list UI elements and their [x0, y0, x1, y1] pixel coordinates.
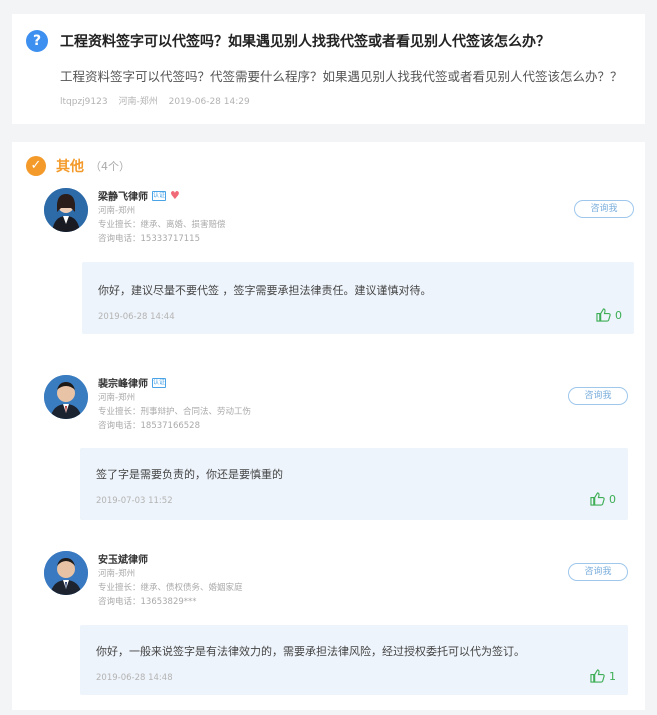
thumbs-up-icon: [590, 492, 605, 506]
lawyer-name[interactable]: 安玉斌律师: [98, 551, 148, 566]
lawyer-name[interactable]: 梁静飞律师: [98, 188, 148, 203]
question-card: ? 工程资料签字可以代签吗？如果遇见别人找我代签或者看见别人代签该怎么办？ 工程…: [12, 14, 645, 124]
question-title: 工程资料签字可以代签吗？如果遇见别人找我代签或者看见别人代签该怎么办？: [60, 34, 550, 50]
like-count: 0: [615, 308, 622, 322]
lawyer-name-row: 安玉斌律师: [98, 551, 148, 566]
answer-item: 裴宗峰律师 认证 河南-郑州 专业擅长：刑事辩护、合同法、劳动工伤 咨询电话：1…: [12, 375, 645, 545]
consult-button[interactable]: 咨询我: [574, 200, 634, 218]
question-location: 河南-郑州: [118, 97, 158, 107]
question-user[interactable]: ltqpzj9123: [60, 97, 108, 107]
reply-text: 签了字是需要负责的，你还是要慎重的: [96, 468, 283, 481]
like-button[interactable]: 0: [590, 492, 616, 506]
reply-box: 签了字是需要负责的，你还是要慎重的 2019-07-03 11:52 0: [80, 448, 628, 520]
reply-text: 你好，建议尽量不要代签 ，签字需要承担法律责任。建议谨慎对待。: [98, 284, 432, 297]
reply-time: 2019-06-28 14:48: [96, 673, 173, 683]
lawyer-specialty: 专业擅长：继承、债权债务、婚姻家庭: [98, 583, 243, 593]
answers-card: ✓ 其他 （4个） 梁静飞律师 认证 ♥ 河南-郑州 专业擅长：继承、离婚、损害…: [12, 142, 645, 710]
question-body: 工程资料签字可以代签吗？代签需要什么程序？如果遇见别人找我代签或者看见别人代签该…: [60, 69, 623, 84]
consult-button[interactable]: 咨询我: [568, 563, 628, 581]
question-time: 2019-06-28 14:29: [168, 97, 250, 107]
lawyer-phone: 咨询电话：13653829***: [98, 597, 197, 607]
reply-time: 2019-06-28 14:44: [98, 312, 175, 322]
lawyer-specialty: 专业擅长：继承、离婚、损害赔偿: [98, 220, 226, 230]
answer-item: 梁静飞律师 认证 ♥ 河南-郑州 专业擅长：继承、离婚、损害赔偿 咨询电话：15…: [12, 188, 645, 358]
avatar[interactable]: [44, 551, 88, 595]
avatar[interactable]: [44, 375, 88, 419]
like-button[interactable]: 1: [590, 669, 616, 683]
lawyer-location: 河南-郑州: [98, 206, 136, 216]
heart-icon: ♥: [170, 188, 180, 202]
question-meta: ltqpzj9123 河南-郑州 2019-06-28 14:29: [60, 94, 258, 107]
like-count: 1: [609, 669, 616, 683]
lawyer-name-row: 梁静飞律师 认证 ♥: [98, 188, 180, 204]
like-count: 0: [609, 492, 616, 506]
question-icon: ?: [26, 30, 48, 52]
lawyer-name-row: 裴宗峰律师 认证: [98, 375, 166, 390]
section-header: ✓ 其他 （4个）: [26, 154, 130, 178]
lawyer-name[interactable]: 裴宗峰律师: [98, 375, 148, 390]
answer-item: 安玉斌律师 河南-郑州 专业擅长：继承、债权债务、婚姻家庭 咨询电话：13653…: [12, 551, 645, 706]
reply-time: 2019-07-03 11:52: [96, 496, 173, 506]
lawyer-location: 河南-郑州: [98, 569, 136, 579]
verified-badge-icon: 认证: [152, 377, 166, 388]
like-button[interactable]: 0: [596, 308, 622, 322]
verified-badge-icon: 认证: [152, 190, 166, 201]
lawyer-specialty: 专业擅长：刑事辩护、合同法、劳动工伤: [98, 407, 252, 417]
section-title: 其他: [56, 159, 84, 175]
reply-box: 你好，建议尽量不要代签 ，签字需要承担法律责任。建议谨慎对待。 2019-06-…: [82, 262, 634, 334]
avatar[interactable]: [44, 188, 88, 232]
consult-button[interactable]: 咨询我: [568, 387, 628, 405]
thumbs-up-icon: [596, 308, 611, 322]
lawyer-phone: 咨询电话：18537166528: [98, 421, 200, 431]
lawyer-phone: 咨询电话：15333717115: [98, 234, 200, 244]
check-icon: ✓: [26, 156, 46, 176]
thumbs-up-icon: [590, 669, 605, 683]
section-count: （4个）: [90, 160, 130, 173]
lawyer-location: 河南-郑州: [98, 393, 136, 403]
reply-text: 你好，一般来说签字是有法律效力的，需要承担法律风险，经过授权委托可以代为签订。: [96, 645, 525, 658]
reply-box: 你好，一般来说签字是有法律效力的，需要承担法律风险，经过授权委托可以代为签订。 …: [80, 625, 628, 695]
